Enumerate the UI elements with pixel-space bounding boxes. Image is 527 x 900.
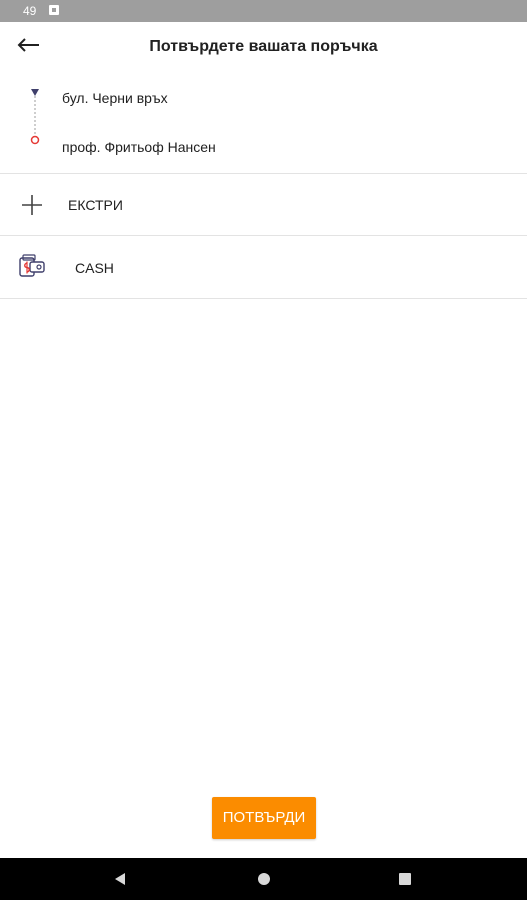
divider xyxy=(0,298,527,299)
nav-home-icon[interactable] xyxy=(257,872,271,886)
pickup-address[interactable]: бул. Черни връх xyxy=(62,89,168,107)
plus-icon xyxy=(22,195,42,215)
navigation-bar xyxy=(0,858,527,900)
destination-address[interactable]: проф. Фритьоф Нансен xyxy=(62,138,216,156)
status-time: 49 xyxy=(23,4,37,18)
notification-icon xyxy=(49,5,59,15)
extras-row[interactable]: ЕКСТРИ xyxy=(0,174,527,235)
extras-label: ЕКСТРИ xyxy=(68,197,123,213)
route-summary: бул. Черни връх проф. Фритьоф Нансен xyxy=(0,72,527,173)
app-bar: Потвърдете вашата поръчка xyxy=(0,22,527,72)
confirm-button[interactable]: ПОТВЪРДИ xyxy=(212,797,316,839)
payment-method-label: CASH xyxy=(75,260,114,276)
page-title: Потвърдете вашата поръчка xyxy=(149,38,378,55)
nav-back-icon[interactable] xyxy=(113,872,127,886)
cash-icon xyxy=(19,254,45,277)
nav-recents-icon[interactable] xyxy=(399,873,411,885)
payment-method-row[interactable]: CASH xyxy=(0,236,527,298)
route-line-icon xyxy=(30,89,40,145)
status-bar: 49 xyxy=(0,0,527,22)
